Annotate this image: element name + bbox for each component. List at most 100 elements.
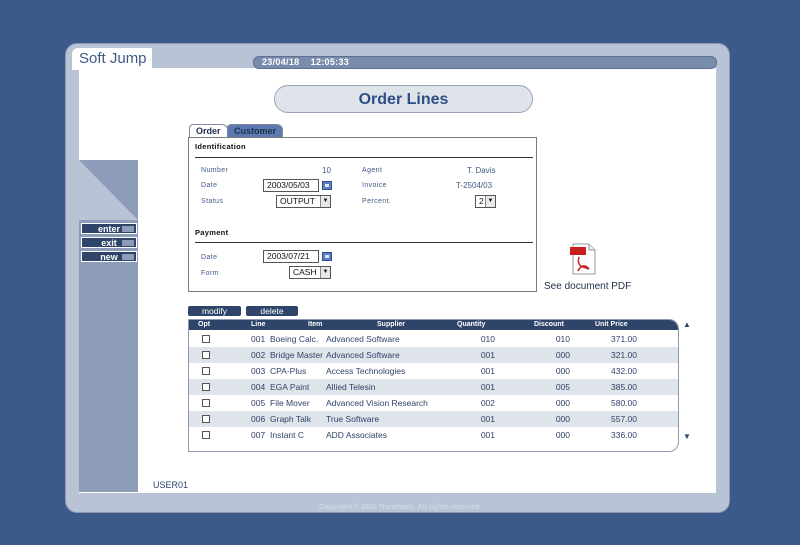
cell-item: EGA Paint	[270, 382, 310, 392]
sidebar-curve	[79, 160, 138, 220]
chevron-down-icon: ▼	[320, 196, 330, 207]
table-row[interactable]: 003 CPA-Plus Access Technologies 001 000 432.…	[189, 363, 678, 379]
app-logo: Soft Jump	[79, 50, 147, 67]
cell-item: Boeing Calc.	[270, 334, 319, 344]
see-pdf-link[interactable]: See document PDF	[544, 281, 631, 292]
form-label: Form	[201, 270, 219, 277]
cell-item: Graph Talk	[270, 414, 311, 424]
table-row[interactable]: 006 Graph Talk True Software 001 000 557.00	[189, 411, 678, 427]
cell-item: CPA-Plus	[270, 366, 307, 376]
header-quantity: Quantity	[457, 321, 486, 328]
new-dots-icon	[122, 254, 134, 260]
cell-unit-price: 557.00	[611, 414, 637, 424]
order-form	[188, 137, 537, 292]
payment-form-select[interactable]: CASH ▼	[289, 266, 331, 279]
payment-heading: Payment	[195, 228, 229, 237]
cell-line: 005	[251, 398, 266, 408]
cell-discount: 000	[555, 350, 570, 360]
cell-discount: 000	[555, 430, 570, 440]
exit-button[interactable]: exit	[81, 237, 137, 248]
cell-discount: 000	[555, 398, 570, 408]
header-discount: Discount	[534, 321, 564, 328]
cell-quantity: 001	[480, 414, 495, 424]
cell-item: Bridge Master	[270, 350, 323, 360]
cell-supplier: Advanced Software	[326, 350, 400, 360]
percent-select[interactable]: 2 ▼	[475, 195, 496, 208]
status-label: Status	[201, 198, 224, 205]
tab-customer[interactable]: Customer	[227, 124, 284, 138]
cell-line: 004	[251, 382, 266, 392]
modify-button[interactable]: modify	[188, 306, 241, 316]
cell-unit-price: 321.00	[611, 350, 637, 360]
invoice-label: Invoice	[362, 182, 387, 189]
cell-quantity: 001	[480, 430, 495, 440]
datetime-text: 23/04/18 12:05:33	[262, 57, 350, 67]
table-header: Opt Line Item Supplier Quantity Discount…	[189, 320, 678, 330]
cell-line: 007	[251, 430, 266, 440]
cell-line: 001	[251, 334, 266, 344]
cell-supplier: True Software	[326, 414, 380, 424]
number-label: Number	[201, 167, 229, 174]
cell-unit-price: 432.00	[611, 366, 637, 376]
calendar-icon[interactable]	[322, 252, 332, 261]
enter-button[interactable]: enter	[81, 223, 137, 234]
pdf-icon[interactable]	[570, 243, 596, 275]
scroll-down-icon[interactable]: ▼	[683, 432, 691, 441]
cell-unit-price: 580.00	[611, 398, 637, 408]
cell-discount: 000	[555, 414, 570, 424]
header-opt: Opt	[198, 321, 211, 328]
cell-discount: 010	[555, 334, 570, 344]
new-button[interactable]: new	[81, 251, 137, 262]
user-label: USER01	[153, 480, 189, 490]
row-checkbox[interactable]	[202, 383, 210, 391]
header-item: Item	[308, 321, 323, 328]
cell-supplier: Allied Telesin	[326, 382, 376, 392]
status-value: OUTPUT	[280, 196, 315, 206]
cell-supplier: ADD Associates	[326, 430, 387, 440]
cell-line: 006	[251, 414, 266, 424]
page-title: Order Lines	[274, 85, 533, 113]
chevron-down-icon: ▼	[320, 267, 330, 278]
identification-divider	[195, 157, 533, 158]
scroll-up-icon[interactable]: ▲	[683, 320, 691, 329]
cell-quantity: 001	[480, 350, 495, 360]
cell-line: 003	[251, 366, 266, 376]
date-field[interactable]: 2003/05/03	[263, 179, 319, 192]
row-checkbox[interactable]	[202, 431, 210, 439]
cell-supplier: Access Technologies	[326, 366, 406, 376]
chevron-down-icon: ▼	[485, 196, 495, 207]
enter-dots-icon	[122, 226, 134, 232]
row-checkbox[interactable]	[202, 351, 210, 359]
cell-discount: 005	[555, 382, 570, 392]
row-checkbox[interactable]	[202, 367, 210, 375]
tab-order[interactable]: Order	[189, 124, 228, 138]
invoice-value: T-2504/03	[456, 181, 493, 190]
new-label: new	[100, 252, 118, 262]
enter-label: enter	[97, 224, 120, 234]
cell-line: 002	[251, 350, 266, 360]
cell-quantity: 010	[480, 334, 495, 344]
calendar-icon[interactable]	[322, 181, 332, 190]
row-checkbox[interactable]	[202, 415, 210, 423]
payment-form-value: CASH	[293, 267, 317, 277]
cell-discount: 000	[555, 366, 570, 376]
percent-label: Percent.	[362, 198, 392, 205]
delete-button[interactable]: delete	[246, 306, 298, 316]
table-row[interactable]: 007 Instant C ADD Associates 001 000 336.00	[189, 427, 678, 443]
cell-quantity: 002	[480, 398, 495, 408]
cell-supplier: Advanced Software	[326, 334, 400, 344]
exit-label: exit	[101, 238, 117, 248]
status-select[interactable]: OUTPUT ▼	[276, 195, 331, 208]
table-row[interactable]: 001 Boeing Calc. Advanced Software 010 010 37…	[189, 331, 678, 347]
agent-value: T. Davis	[467, 166, 496, 175]
cell-unit-price: 371.00	[611, 334, 637, 344]
row-checkbox[interactable]	[202, 399, 210, 407]
sidebar	[79, 160, 138, 492]
table-row[interactable]: 004 EGA Paint Allied Telesin 001 005 385.00	[189, 379, 678, 395]
table-row[interactable]: 005 File Mover Advanced Vision Research 002…	[189, 395, 678, 411]
order-lines-table: Opt Line Item Supplier Quantity Discount…	[188, 319, 679, 452]
row-checkbox[interactable]	[202, 335, 210, 343]
table-row[interactable]: 002 Bridge Master Advanced Software 001 000 3…	[189, 347, 678, 363]
payment-date-field[interactable]: 2003/07/21	[263, 250, 319, 263]
cell-quantity: 001	[480, 382, 495, 392]
